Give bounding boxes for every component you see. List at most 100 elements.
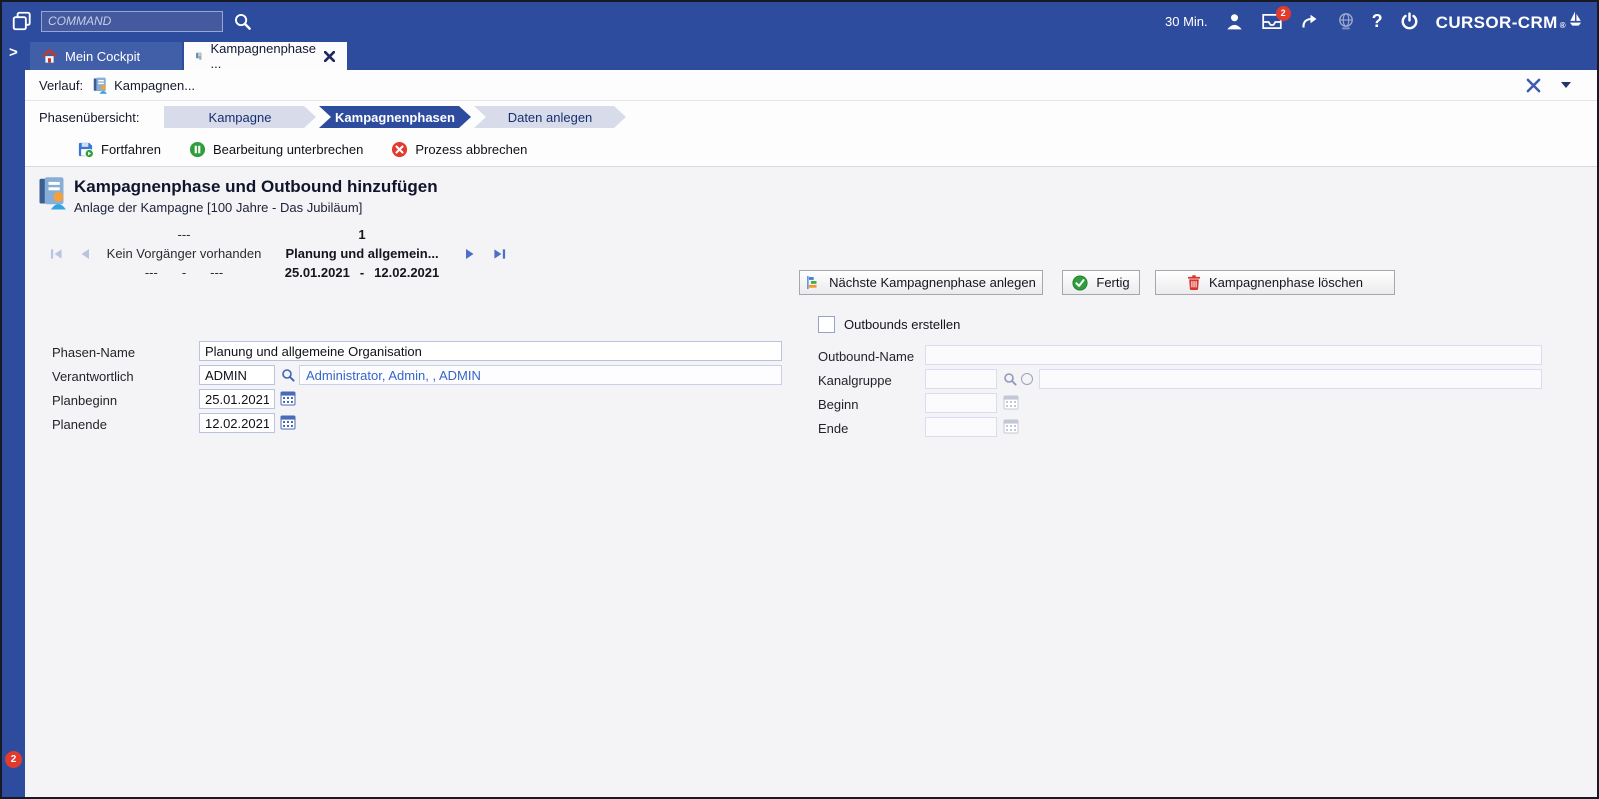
date-separator: - <box>182 265 186 280</box>
abort-label: Prozess abbrechen <box>415 142 527 157</box>
previous-record-info: --- Kein Vorgänger vorhanden --- - --- <box>103 227 265 280</box>
create-next-phase-label: Nächste Kampagnenphase anlegen <box>829 275 1036 290</box>
continue-label: Fortfahren <box>101 142 161 157</box>
channel-group-clear-icon[interactable] <box>1021 373 1033 385</box>
end-input[interactable] <box>925 417 997 437</box>
plan-end-calendar-icon[interactable] <box>280 414 296 430</box>
current-record-name: Planung und allgemein... <box>285 246 438 261</box>
previous-record-index: --- <box>178 227 191 242</box>
history-item-label: Kampagnen... <box>114 78 195 93</box>
responsible-input[interactable] <box>199 365 275 385</box>
app-window: 30 Min. 2 <box>0 0 1599 799</box>
channel-group-lookup-icon[interactable] <box>1003 372 1017 386</box>
sidebar-notification-badge[interactable]: 2 <box>5 751 22 768</box>
end-calendar-icon[interactable] <box>1003 418 1019 434</box>
left-sidebar-strip: 2 <box>2 70 25 797</box>
record-navigator: --- Kein Vorgänger vorhanden --- - --- 1… <box>45 227 510 280</box>
current-record-date-from: 25.01.2021 <box>285 265 350 280</box>
tab-kampagnenphase[interactable]: Kampagnenphase ... <box>184 42 347 70</box>
campaign-icon <box>93 77 108 94</box>
step-kampagnenphasen[interactable]: Kampagnenphasen <box>319 106 471 128</box>
responsible-display-link[interactable]: Administrator, Admin, , ADMIN <box>299 365 782 385</box>
create-outbounds-checkbox[interactable] <box>818 316 835 333</box>
current-record-date-to: 12.02.2021 <box>374 265 439 280</box>
channel-group-input[interactable] <box>925 369 997 389</box>
page-subtitle: Anlage der Kampagne [100 Jahre - Das Jub… <box>74 200 362 215</box>
command-input[interactable] <box>41 11 223 32</box>
abort-process-button[interactable]: Prozess abbrechen <box>391 141 527 158</box>
tab-label: Kampagnenphase ... <box>210 41 316 71</box>
pause-icon <box>189 141 206 158</box>
close-view-icon[interactable] <box>1526 78 1541 93</box>
help-icon[interactable]: ? <box>1372 11 1383 32</box>
outbound-name-input[interactable] <box>925 345 1542 365</box>
delete-phase-label: Kampagnenphase löschen <box>1209 275 1363 290</box>
channel-group-label: Kanalgruppe <box>818 373 892 388</box>
plan-start-label: Planbeginn <box>52 393 117 408</box>
previous-record-name: Kein Vorgänger vorhanden <box>107 246 262 261</box>
current-record-info: 1 Planung und allgemein... 25.01.2021 - … <box>272 227 452 280</box>
pause-label: Bearbeitung unterbrechen <box>213 142 363 157</box>
history-row: Verlauf: Kampagnen... <box>25 70 1597 101</box>
phase-name-label: Phasen-Name <box>52 345 135 360</box>
create-outbounds-label: Outbounds erstellen <box>844 317 960 332</box>
inbox-badge: 2 <box>1276 6 1291 21</box>
last-record-button[interactable] <box>488 244 510 264</box>
user-icon[interactable] <box>1225 13 1244 30</box>
step-daten-anlegen[interactable]: Daten anlegen <box>474 106 626 128</box>
chevron-down-icon[interactable] <box>1561 82 1571 88</box>
session-timer: 30 Min. <box>1165 14 1208 29</box>
cancel-icon <box>391 141 408 158</box>
continue-button[interactable]: Fortfahren <box>77 141 161 158</box>
redo-icon[interactable] <box>1300 14 1320 29</box>
previous-record-button[interactable] <box>74 244 96 264</box>
brand-logo: CURSOR-CRM® <box>1436 10 1583 33</box>
responsible-lookup-icon[interactable] <box>281 368 295 382</box>
phase-name-input[interactable] <box>199 341 782 361</box>
header-right-cluster: 30 Min. 2 <box>1165 10 1597 33</box>
done-label: Fertig <box>1096 275 1129 290</box>
current-record-index: 1 <box>358 227 365 242</box>
home-icon <box>42 49 57 64</box>
history-item-kampagnen[interactable]: Kampagnen... <box>93 77 195 94</box>
top-header-bar: 30 Min. 2 <box>2 2 1597 40</box>
begin-label: Beginn <box>818 397 858 412</box>
done-button[interactable]: Fertig <box>1062 270 1140 295</box>
logout-power-icon[interactable] <box>1400 12 1419 31</box>
trash-icon <box>1187 274 1201 291</box>
delete-phase-button[interactable]: Kampagnenphase löschen <box>1155 270 1395 295</box>
globe-icon[interactable] <box>1337 12 1355 30</box>
plan-end-input[interactable] <box>199 413 275 433</box>
tab-mein-cockpit[interactable]: Mein Cockpit <box>30 42 182 70</box>
campaign-phase-icon <box>196 47 202 65</box>
channel-group-display <box>1039 369 1542 389</box>
inbox-tray-icon[interactable]: 2 <box>1261 13 1283 30</box>
plan-end-label: Planende <box>52 417 107 432</box>
save-continue-icon <box>77 141 94 158</box>
tab-label: Mein Cockpit <box>65 49 140 64</box>
create-outbounds-row: Outbounds erstellen <box>818 316 960 333</box>
expand-panel-chevron-icon[interactable]: > <box>9 44 18 61</box>
pause-editing-button[interactable]: Bearbeitung unterbrechen <box>189 141 363 158</box>
date-separator: - <box>360 265 364 280</box>
responsible-label: Verantwortlich <box>52 369 134 384</box>
main-content: Kampagnenphase und Outbound hinzufügen A… <box>25 167 1597 797</box>
begin-input[interactable] <box>925 393 997 413</box>
begin-calendar-icon[interactable] <box>1003 394 1019 410</box>
window-switcher-icon[interactable] <box>11 10 33 32</box>
plan-start-calendar-icon[interactable] <box>280 390 296 406</box>
previous-record-date-from: --- <box>145 265 158 280</box>
check-circle-icon <box>1072 275 1088 291</box>
first-record-button[interactable] <box>45 244 67 264</box>
step-kampagne[interactable]: Kampagne <box>164 106 316 128</box>
outbound-name-label: Outbound-Name <box>818 349 914 364</box>
plan-start-input[interactable] <box>199 389 275 409</box>
create-next-phase-button[interactable]: Nächste Kampagnenphase anlegen <box>799 270 1043 295</box>
gantt-icon <box>806 275 821 290</box>
tab-bar: > Mein Cockpit Kampagnenphase ... <box>2 40 1597 70</box>
search-icon[interactable] <box>233 12 252 31</box>
phase-breadcrumb: Kampagne Kampagnenphasen Daten anlegen <box>164 106 626 128</box>
tab-close-icon[interactable] <box>324 51 335 62</box>
next-record-button[interactable] <box>459 244 481 264</box>
phase-overview-label: Phasenübersicht: <box>39 110 164 125</box>
